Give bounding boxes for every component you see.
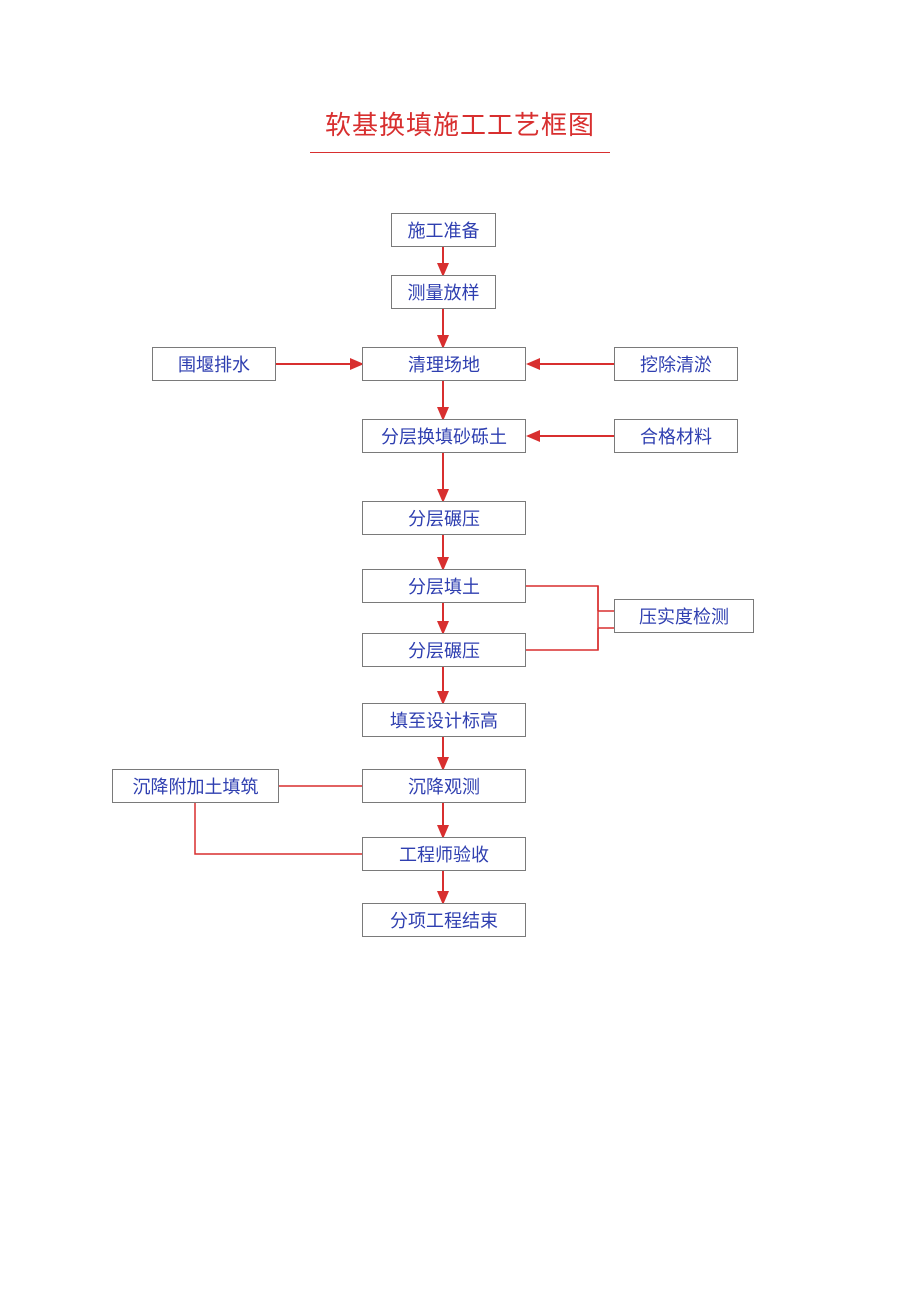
node-b1: 施工准备 [391,213,496,247]
node-b9: 沉降观测 [362,769,526,803]
node-b4r: 合格材料 [614,419,738,453]
node-b67r: 压实度检测 [614,599,754,633]
node-b7: 分层碾压 [362,633,526,667]
node-b8: 填至设计标高 [362,703,526,737]
diagram-title: 软基换填施工工艺框图 [0,105,920,142]
node-b3l: 围堰排水 [152,347,276,381]
flowchart: 施工准备 测量放样 清理场地 围堰排水 挖除清淤 分层换填砂砾土 合格材料 分层… [0,213,920,1063]
node-b11: 分项工程结束 [362,903,526,937]
node-b2: 测量放样 [391,275,496,309]
title-underline [310,152,610,153]
node-b3r: 挖除清淤 [614,347,738,381]
node-b4: 分层换填砂砾土 [362,419,526,453]
node-b6: 分层填土 [362,569,526,603]
node-b10: 工程师验收 [362,837,526,871]
node-b3: 清理场地 [362,347,526,381]
node-b5: 分层碾压 [362,501,526,535]
node-b9l: 沉降附加土填筑 [112,769,279,803]
